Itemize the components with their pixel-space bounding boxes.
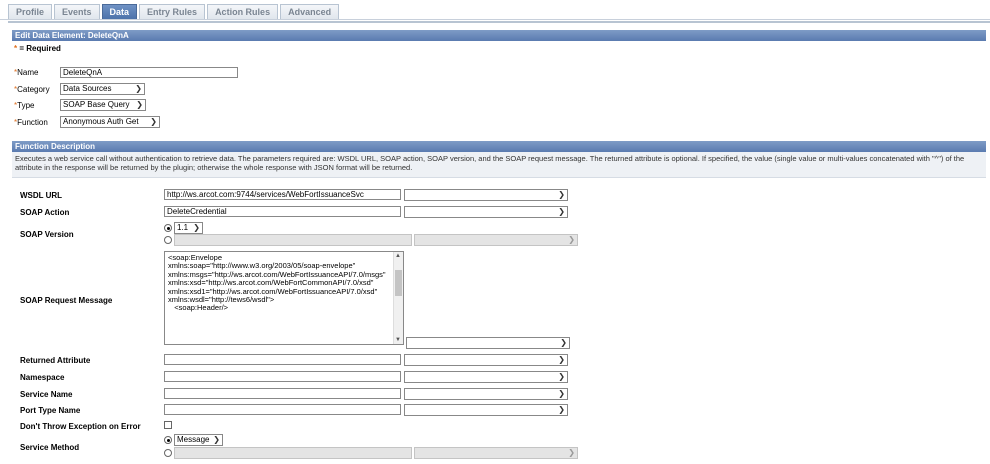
chevron-down-icon: ❯ [558, 372, 565, 381]
chevron-down-icon: ❯ [558, 355, 565, 364]
chevron-down-icon: ❯ [568, 448, 575, 457]
tab-profile[interactable]: Profile [8, 4, 53, 20]
type-label-text: Type [17, 101, 35, 110]
service-method-attribute-select [174, 447, 412, 459]
required-text: = Required [17, 44, 61, 53]
soap-version-radio-value[interactable] [164, 224, 172, 232]
chevron-down-icon: ❯ [558, 207, 565, 216]
type-value: SOAP Base Query [63, 100, 130, 109]
tab-divider [0, 19, 990, 20]
wsdl-url-select[interactable]: ❯ [404, 189, 568, 201]
function-label: *Function [14, 118, 48, 127]
soap-request-text: <soap:Envelope xmlns:soap="http://www.w3… [168, 253, 386, 313]
service-method-value: Message [177, 435, 210, 444]
tab-events[interactable]: Events [54, 4, 100, 20]
returned-attribute-input[interactable] [164, 354, 401, 365]
soap-action-label: SOAP Action [20, 208, 70, 217]
service-method-radio-attribute[interactable] [164, 449, 172, 457]
function-description-text: Executes a web service call without auth… [12, 152, 986, 178]
wsdl-url-label: WSDL URL [20, 191, 63, 200]
function-value: Anonymous Auth Get [63, 117, 139, 126]
chevron-down-icon: ❯ [213, 435, 220, 444]
service-method-source-select: ❯ [414, 447, 578, 459]
name-label: *Name [14, 68, 38, 77]
function-label-text: Function [17, 118, 48, 127]
service-method-select[interactable]: Message ❯ [174, 434, 223, 446]
soap-version-value: 1.1 [177, 223, 189, 232]
function-description-header: Function Description [12, 141, 986, 152]
soap-request-textarea[interactable]: <soap:Envelope xmlns:soap="http://www.w3… [164, 251, 404, 345]
soap-version-source-select: ❯ [414, 234, 578, 246]
chevron-down-icon: ❯ [193, 223, 200, 232]
soap-request-label: SOAP Request Message [20, 296, 113, 305]
service-name-input[interactable] [164, 388, 401, 399]
type-label: *Type [14, 101, 34, 110]
category-value: Data Sources [63, 84, 112, 93]
tab-entry-rules[interactable]: Entry Rules [139, 4, 206, 20]
category-select[interactable]: Data Sources ❯ [60, 83, 145, 95]
soap-version-label: SOAP Version [20, 230, 74, 239]
namespace-label: Namespace [20, 373, 65, 382]
dont-throw-checkbox[interactable] [164, 421, 172, 429]
soap-version-attribute-select [174, 234, 412, 246]
service-method-label: Service Method [20, 443, 80, 452]
chevron-down-icon: ❯ [150, 117, 157, 126]
chevron-down-icon: ❯ [558, 389, 565, 398]
scroll-down-icon[interactable]: ▼ [395, 337, 401, 343]
textarea-scrollbar[interactable]: ▲ ▼ [393, 252, 403, 344]
namespace-input[interactable] [164, 371, 401, 382]
soap-version-select[interactable]: 1.1 ❯ [174, 222, 203, 234]
port-type-name-input[interactable] [164, 404, 401, 415]
soap-version-radio-attribute[interactable] [164, 236, 172, 244]
tab-underline [8, 21, 990, 23]
chevron-down-icon: ❯ [558, 405, 565, 414]
soap-action-input[interactable] [164, 206, 401, 217]
tab-advanced[interactable]: Advanced [280, 4, 340, 20]
service-name-select[interactable]: ❯ [404, 388, 568, 400]
wsdl-url-input[interactable] [164, 189, 401, 200]
chevron-down-icon: ❯ [568, 235, 575, 244]
returned-attribute-label: Returned Attribute [20, 356, 91, 365]
dont-throw-label: Don't Throw Exception on Error [20, 422, 141, 431]
tab-action-rules[interactable]: Action Rules [207, 4, 279, 20]
tab-bar: Profile Events Data Entry Rules Action R… [8, 4, 341, 20]
name-label-text: Name [17, 68, 39, 77]
service-name-label: Service Name [20, 390, 73, 399]
namespace-select[interactable]: ❯ [404, 371, 568, 383]
function-select[interactable]: Anonymous Auth Get ❯ [60, 116, 160, 128]
edit-header: Edit Data Element: DeleteQnA [12, 30, 986, 41]
port-type-name-select[interactable]: ❯ [404, 404, 568, 416]
tab-data[interactable]: Data [101, 4, 138, 20]
type-select[interactable]: SOAP Base Query ❯ [60, 99, 146, 111]
chevron-down-icon: ❯ [136, 100, 143, 109]
returned-attribute-select[interactable]: ❯ [404, 354, 568, 366]
chevron-down-icon: ❯ [560, 338, 567, 347]
soap-action-select[interactable]: ❯ [404, 206, 568, 218]
chevron-down-icon: ❯ [558, 190, 565, 199]
port-type-name-label: Port Type Name [20, 406, 81, 415]
category-label: *Category [14, 85, 50, 94]
scroll-up-icon[interactable]: ▲ [395, 253, 401, 259]
service-method-radio-value[interactable] [164, 436, 172, 444]
required-note: * = Required [14, 44, 61, 53]
chevron-down-icon: ❯ [135, 84, 142, 93]
name-input[interactable] [60, 67, 238, 78]
scroll-thumb[interactable] [395, 270, 402, 296]
category-label-text: Category [17, 85, 50, 94]
soap-request-select[interactable]: ❯ [406, 337, 570, 349]
